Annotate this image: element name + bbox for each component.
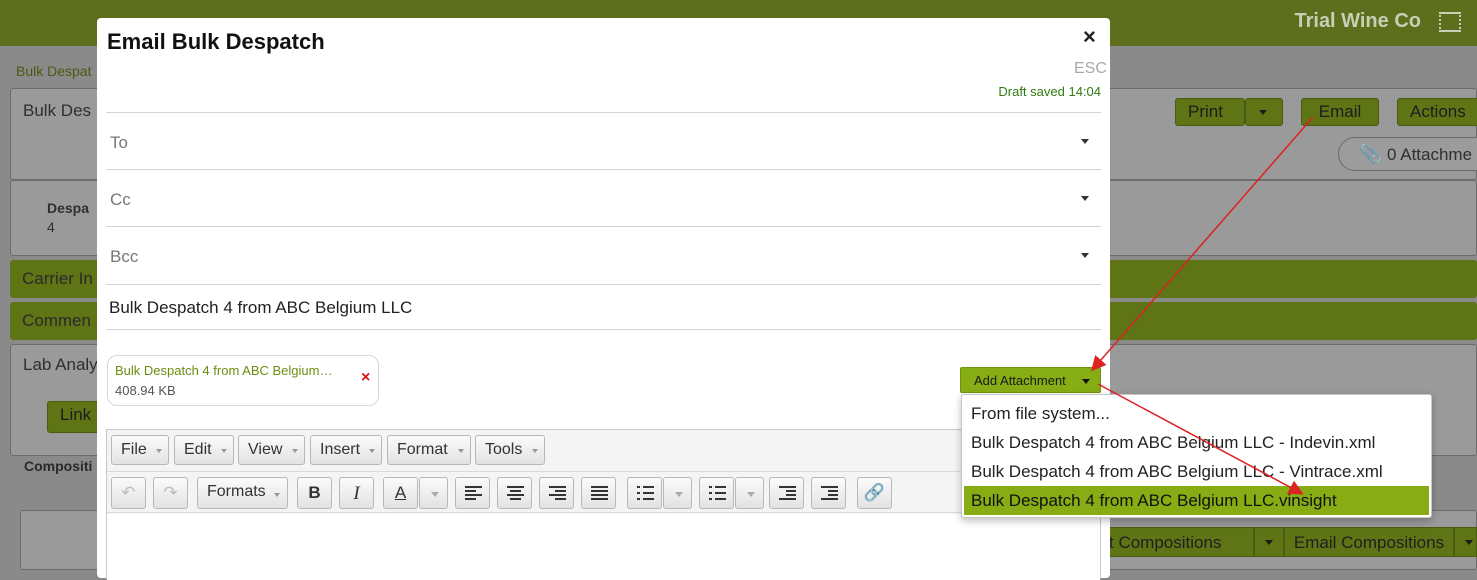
to-label: To <box>110 133 128 152</box>
attachments-count: 0 Attachme <box>1387 145 1473 164</box>
link-icon: 🔗 <box>863 483 886 502</box>
bcc-field[interactable]: Bcc <box>106 226 1101 283</box>
lab-analysis-label: Lab Analy <box>23 355 98 374</box>
menu-tools[interactable]: Tools <box>475 435 545 465</box>
actions-button[interactable]: Actions <box>1397 98 1477 126</box>
add-attachment-button[interactable]: Add Attachment <box>960 367 1101 393</box>
menu-edit-label: Edit <box>184 441 212 458</box>
attachment-size: 408.94 KB <box>115 383 176 398</box>
esc-hint: ESC <box>1074 60 1107 77</box>
menu-item-from-file-system[interactable]: From file system... <box>964 399 1429 428</box>
import-compositions-dropdown[interactable] <box>1254 527 1284 557</box>
chevron-down-icon[interactable] <box>1081 139 1089 144</box>
align-justify-button[interactable] <box>581 477 616 509</box>
subject-input[interactable]: Bulk Despatch 4 from ABC Belgium LLC <box>106 284 1101 330</box>
to-field[interactable]: To <box>106 112 1101 169</box>
align-left-icon <box>465 486 482 500</box>
menu-format[interactable]: Format <box>387 435 471 465</box>
menu-item-vinsight[interactable]: Bulk Despatch 4 from ABC Belgium LLC.vin… <box>964 486 1429 515</box>
chevron-down-icon <box>1082 379 1090 384</box>
add-attachment-label: Add Attachment <box>974 373 1066 388</box>
section-carrier-label: Carrier In <box>22 269 93 288</box>
menu-file-label: File <box>121 441 147 458</box>
align-right-button[interactable] <box>539 477 574 509</box>
bcc-label: Bcc <box>110 247 139 266</box>
panel-title: Bulk Des <box>23 101 92 120</box>
menu-tools-label: Tools <box>485 441 523 458</box>
attachment-name[interactable]: Bulk Despatch 4 from ABC Belgium LLC.vin… <box>115 363 335 378</box>
menu-item-vintrace-xml[interactable]: Bulk Despatch 4 from ABC Belgium LLC - V… <box>964 457 1429 486</box>
draft-status: Draft saved 14:04 <box>998 84 1101 99</box>
numbered-list-dropdown[interactable] <box>735 477 764 509</box>
print-button[interactable]: Print <box>1175 98 1245 126</box>
paperclip-icon: 📎 <box>1359 144 1382 164</box>
formats-label: Formats <box>207 483 266 500</box>
breadcrumb[interactable]: Bulk Despat <box>16 63 91 79</box>
numbered-list-button[interactable] <box>699 477 734 509</box>
menu-format-label: Format <box>397 441 448 458</box>
redo-icon: ↷ <box>163 483 178 502</box>
cc-label: Cc <box>110 190 131 209</box>
despatch-label: Despa <box>47 200 90 216</box>
align-justify-icon <box>591 486 608 500</box>
email-compositions-button[interactable]: Email Compositions <box>1284 527 1454 557</box>
outdent-button[interactable] <box>769 477 804 509</box>
editor-menubar: File Edit View Insert Format Tools <box>107 430 1100 472</box>
text-color-dropdown[interactable] <box>419 477 448 509</box>
menu-edit[interactable]: Edit <box>174 435 234 465</box>
cc-field[interactable]: Cc <box>106 169 1101 226</box>
indent-button[interactable] <box>811 477 846 509</box>
despatch-value: 4 <box>47 219 55 235</box>
align-left-button[interactable] <box>455 477 490 509</box>
menu-view[interactable]: View <box>238 435 305 465</box>
composition-label: Compositi <box>24 458 93 474</box>
email-button[interactable]: Email <box>1301 98 1379 126</box>
chevron-down-icon[interactable] <box>1081 196 1089 201</box>
section-comments-label: Commen <box>22 311 91 330</box>
indent-icon <box>821 486 838 500</box>
rich-text-editor: File Edit View Insert Format Tools ↶ ↷ F… <box>106 429 1101 580</box>
email-body-editor[interactable] <box>107 514 1100 580</box>
barcode-scan-icon[interactable] <box>1439 12 1461 32</box>
chevron-down-icon[interactable] <box>1081 253 1089 258</box>
menu-view-label: View <box>248 441 283 458</box>
bullet-list-icon <box>637 486 654 500</box>
bullet-list-button[interactable] <box>627 477 662 509</box>
email-compositions-dropdown[interactable] <box>1454 527 1477 557</box>
editor-toolbar: ↶ ↷ Formats B I A 🔗 <box>107 473 1100 513</box>
align-right-icon <box>549 486 566 500</box>
menu-insert-label: Insert <box>320 441 361 458</box>
attachments-button[interactable]: 📎 0 Attachme <box>1338 137 1477 171</box>
bullet-list-dropdown[interactable] <box>663 477 692 509</box>
add-attachment-menu: From file system... Bulk Despatch 4 from… <box>961 394 1432 518</box>
align-center-icon <box>507 486 524 500</box>
remove-attachment-icon[interactable]: × <box>361 369 370 387</box>
close-icon[interactable]: × <box>1083 24 1096 50</box>
company-name: Trial Wine Co <box>1294 10 1421 32</box>
email-modal: Email Bulk Despatch × ESC Draft saved 14… <box>97 18 1110 580</box>
menu-file[interactable]: File <box>111 435 169 465</box>
text-color-button[interactable]: A <box>383 477 418 509</box>
modal-title: Email Bulk Despatch <box>107 29 325 54</box>
insert-link-button[interactable]: 🔗 <box>857 477 892 509</box>
chevron-down-icon <box>1259 110 1267 115</box>
align-center-button[interactable] <box>497 477 532 509</box>
menu-item-indevin-xml[interactable]: Bulk Despatch 4 from ABC Belgium LLC - I… <box>964 428 1429 457</box>
formats-dropdown[interactable]: Formats <box>197 477 288 509</box>
italic-button[interactable]: I <box>339 477 374 509</box>
redo-button[interactable]: ↷ <box>153 477 188 509</box>
bold-button[interactable]: B <box>297 477 332 509</box>
undo-button[interactable]: ↶ <box>111 477 146 509</box>
menu-insert[interactable]: Insert <box>310 435 382 465</box>
outdent-icon <box>779 486 796 500</box>
print-dropdown-button[interactable] <box>1245 98 1283 126</box>
attachment-card: Bulk Despatch 4 from ABC Belgium LLC.vin… <box>107 355 379 406</box>
undo-icon: ↶ <box>121 483 136 502</box>
numbered-list-icon <box>709 486 726 500</box>
import-compositions-button[interactable]: t Compositions <box>1100 527 1254 557</box>
